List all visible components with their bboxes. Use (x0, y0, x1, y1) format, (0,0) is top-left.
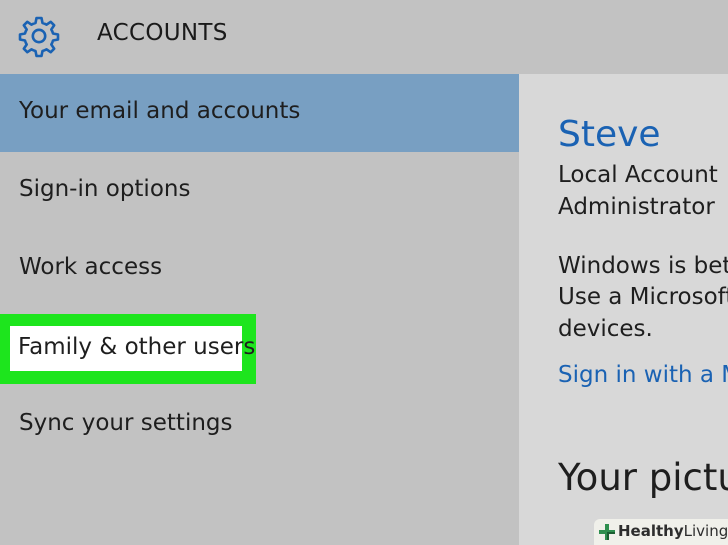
sidebar-item-label: Work access (19, 254, 163, 280)
info-text-line: devices. (558, 316, 653, 342)
sidebar-item-sign-in-options[interactable]: Sign-in options (0, 152, 519, 230)
watermark: HealthyLiving (594, 519, 728, 545)
sidebar-item-sync-your-settings[interactable]: Sync your settings (0, 386, 519, 464)
watermark-text-part1: Healthy (618, 522, 684, 540)
sidebar-item-label: Your email and accounts (19, 98, 301, 124)
sidebar-item-work-access[interactable]: Work access (0, 230, 519, 308)
info-text-line: Windows is bett (558, 253, 728, 279)
gear-icon[interactable] (17, 14, 61, 58)
sidebar-item-label: Sign-in options (19, 176, 191, 202)
header: ACCOUNTS (0, 0, 728, 74)
account-role: Administrator (558, 194, 715, 220)
account-content-panel: Steve Local Account Administrator Window… (519, 74, 728, 545)
your-picture-heading: Your pictu (558, 456, 728, 499)
user-name: Steve (558, 114, 661, 155)
info-text-line: Use a Microsoft (558, 284, 728, 310)
sidebar-item-your-email-and-accounts[interactable]: Your email and accounts (0, 74, 519, 152)
watermark-text-part2: Living (683, 522, 728, 540)
sidebar: Your email and accounts Sign-in options … (0, 74, 519, 545)
watermark-text: HealthyLiving (618, 522, 728, 540)
sidebar-item-label: Family & other users (18, 334, 256, 360)
sidebar-item-label: Sync your settings (19, 410, 233, 436)
account-type: Local Account (558, 162, 718, 188)
cross-logo-icon (599, 524, 615, 540)
sidebar-item-family-and-other-users[interactable]: Family & other users (0, 314, 519, 392)
sign-in-microsoft-link[interactable]: Sign in with a M (558, 362, 728, 388)
page-title: ACCOUNTS (97, 20, 228, 46)
